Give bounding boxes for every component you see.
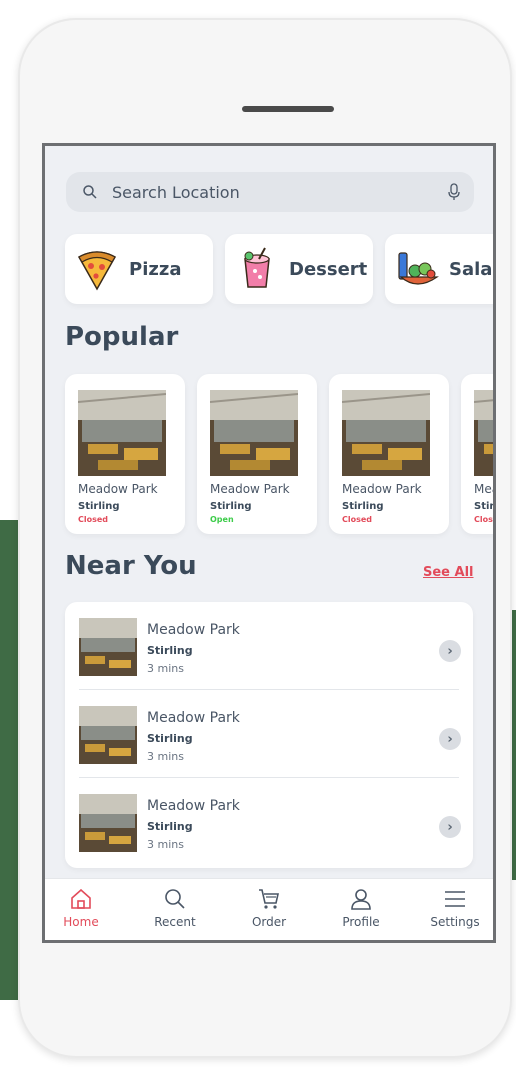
dessert-icon <box>244 247 270 288</box>
restaurant-name: Meadow Park <box>147 798 240 814</box>
restaurant-city: Stirling <box>147 732 193 745</box>
tab-label: Settings <box>430 915 480 929</box>
restaurant-photo <box>342 390 430 476</box>
restaurant-name: Meadow Park <box>474 482 493 496</box>
category-dessert[interactable]: Dessert <box>225 234 373 304</box>
tab-label: Recent <box>154 915 196 929</box>
near-you-list: Meadow Park Stirling 3 mins › Meadow Par… <box>65 602 473 868</box>
status-badge: Closed <box>342 515 373 524</box>
status-badge: Closed <box>78 515 109 524</box>
tab-profile[interactable]: Profile <box>321 887 401 929</box>
restaurant-thumbnail <box>79 794 137 852</box>
tab-order[interactable]: Order <box>229 887 309 929</box>
search-icon <box>165 889 185 909</box>
restaurant-name: Meadow Park <box>147 622 240 638</box>
chevron-right-icon[interactable]: › <box>439 816 461 838</box>
microphone-icon[interactable] <box>446 182 462 202</box>
menu-icon <box>445 891 465 907</box>
restaurant-thumbnail <box>79 618 137 676</box>
category-label: Dessert <box>289 258 368 280</box>
tab-label: Home <box>63 915 99 929</box>
restaurant-city: Stirling <box>210 501 252 512</box>
restaurant-city: Stirling <box>147 644 193 657</box>
status-badge: Closed <box>474 515 493 524</box>
restaurant-name: Meadow Park <box>210 482 290 496</box>
chevron-right-icon[interactable]: › <box>439 728 461 750</box>
app-screen: Search Location Pizza Dessert Sala Popul… <box>42 143 496 943</box>
category-label: Salad <box>449 258 493 280</box>
restaurant-photo <box>210 390 298 476</box>
popular-card[interactable]: Meadow Park Stirling Closed <box>329 374 449 534</box>
popular-title: Popular <box>65 322 179 352</box>
travel-time: 3 mins <box>147 838 184 851</box>
tab-label: Profile <box>342 915 380 929</box>
category-list: Pizza Dessert Salad <box>65 234 493 304</box>
salad-icon <box>398 252 439 285</box>
near-you-title: Near You <box>65 551 197 581</box>
search-input[interactable]: Search Location <box>112 183 446 202</box>
see-all-link[interactable]: See All <box>423 565 474 580</box>
travel-time: 3 mins <box>147 662 184 675</box>
tab-home[interactable]: Home <box>45 887 121 929</box>
pizza-icon <box>77 251 117 291</box>
restaurant-name: Meadow Park <box>342 482 422 496</box>
list-item[interactable]: Meadow Park Stirling 3 mins › <box>65 602 473 688</box>
tab-settings[interactable]: Settings <box>415 887 493 929</box>
restaurant-photo <box>78 390 166 476</box>
tab-label: Order <box>251 915 287 929</box>
restaurant-city: Stirling <box>147 820 193 833</box>
restaurant-name: Meadow Park <box>147 710 240 726</box>
search-icon <box>83 185 97 199</box>
category-pizza[interactable]: Pizza <box>65 234 213 304</box>
cart-icon <box>259 889 279 909</box>
search-bar[interactable]: Search Location <box>66 172 474 212</box>
bottom-tab-bar: Home Recent Order Profile Settings <box>45 878 493 940</box>
restaurant-photo <box>474 390 493 476</box>
list-item[interactable]: Meadow Park Stirling 3 mins › <box>65 690 473 776</box>
user-icon <box>351 889 371 910</box>
popular-card[interactable]: Meadow Park Stirling Closed <box>461 374 495 534</box>
travel-time: 3 mins <box>147 750 184 763</box>
restaurant-city: Stirling <box>78 501 120 512</box>
list-item[interactable]: Meadow Park Stirling 3 mins › <box>65 778 473 864</box>
popular-card[interactable]: Meadow Park Stirling Closed <box>65 374 185 534</box>
restaurant-thumbnail <box>79 706 137 764</box>
chevron-right-icon[interactable]: › <box>439 640 461 662</box>
popular-card[interactable]: Meadow Park Stirling Open <box>197 374 317 534</box>
phone-speaker <box>242 106 334 112</box>
status-badge: Open <box>210 515 234 524</box>
restaurant-city: Stirling <box>474 501 495 512</box>
popular-list: Meadow Park Stirling Closed Meadow Park … <box>65 374 495 534</box>
restaurant-name: Meadow Park <box>78 482 158 496</box>
tab-recent[interactable]: Recent <box>135 887 215 929</box>
category-salad[interactable]: Salad <box>385 234 493 304</box>
restaurant-city: Stirling <box>342 501 384 512</box>
category-label: Pizza <box>129 258 182 280</box>
home-icon <box>71 888 91 909</box>
